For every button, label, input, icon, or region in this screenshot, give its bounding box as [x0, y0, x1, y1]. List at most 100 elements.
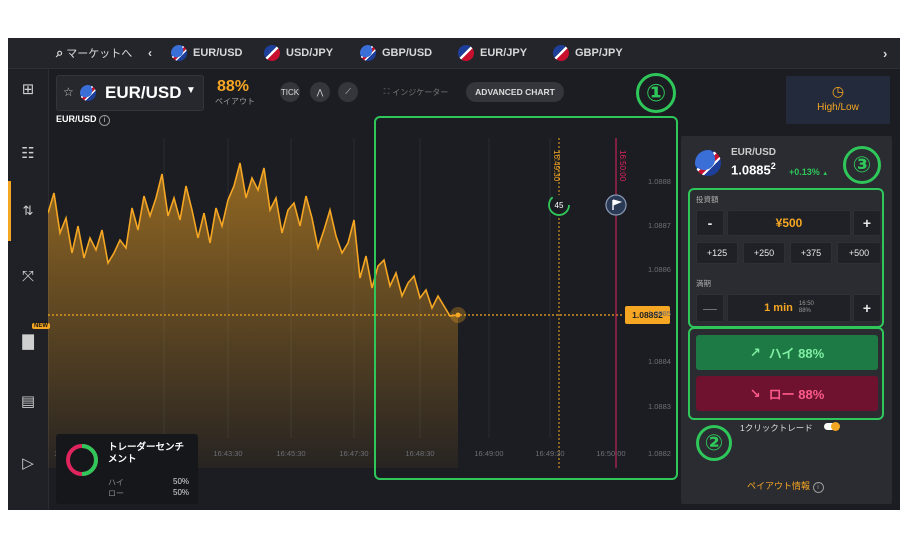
market-search-label: マーケットへ	[66, 48, 133, 60]
price-axis: 1.0888 1.0887 1.0886 1.0885 1.0884 1.0883 1.08…	[648, 177, 671, 458]
tab-eur-jpy[interactable]: EUR/JPY	[458, 38, 527, 68]
trade-icon[interactable]: ⇅	[16, 199, 40, 223]
clock-icon: ◷	[831, 83, 845, 99]
video-icon[interactable]: ▷	[16, 451, 40, 475]
investment-label: 投資額	[696, 195, 719, 204]
time-tick-label: 16:48:30	[405, 449, 434, 458]
swap-icon[interactable]: ⤧	[16, 264, 40, 288]
market-search-button[interactable]: ⌕ マーケットへ	[56, 38, 132, 68]
favorite-star-icon[interactable]: ☆	[63, 85, 74, 99]
price-change-text: +0.13%	[789, 167, 820, 177]
subtitle-text: EUR/USD	[56, 114, 97, 124]
trading-app: ⌕ マーケットへ ‹ EUR/USD USD/JPY GBP/USD EUR/J…	[8, 38, 900, 510]
expiry-detail: 16:50 88%	[799, 301, 814, 315]
expiry-selector[interactable]: 1 min 16:50 88%	[727, 294, 851, 322]
tab-usd-jpy[interactable]: USD/JPY	[264, 38, 333, 68]
amount-minus-button[interactable]: -	[696, 210, 724, 236]
sentiment-low-label: ロー	[108, 489, 124, 498]
time-tick-label: 16:45:30	[276, 449, 305, 458]
quick-amount-250[interactable]: +250	[743, 242, 785, 264]
time-tick-label: 16:49:30	[535, 449, 564, 458]
quick-amount-125[interactable]: +125	[696, 242, 738, 264]
expiry-pct: 88%	[798, 308, 811, 314]
sentiment-ring-icon	[66, 444, 98, 476]
arrow-up-right-icon: ↗	[749, 344, 761, 360]
annotation-number-2: ②	[696, 425, 732, 461]
list-icon[interactable]: ☷	[16, 141, 40, 165]
active-indicator	[8, 181, 11, 241]
tab-label: EUR/JPY	[480, 47, 528, 59]
sentiment-high-label: ハイ	[108, 478, 124, 487]
price-tick-label: 1.0883	[648, 402, 671, 411]
usd-jpy-flag-icon	[264, 45, 280, 61]
price-chart[interactable]: 16:49:30 16:50:00 45 1.08852 1.08881.088…	[48, 138, 674, 468]
payout-info-text: ペイアウト情報	[747, 481, 811, 491]
price-tick-label: 1.0886	[648, 265, 671, 274]
quick-amount-500[interactable]: +500	[837, 242, 881, 264]
left-sidebar: ⊞ ☷ ⇅ ⤧ ▇ NEW ▤ ▷	[8, 69, 50, 510]
tick-button[interactable]: TICK	[280, 82, 300, 102]
price-tick-label: 1.0884	[648, 357, 671, 366]
time-tick-label: 16:43:30	[213, 449, 242, 458]
payout-value: 88%	[217, 78, 250, 95]
price-tick-label: 1.0887	[648, 221, 671, 230]
expiry-value: 1 min	[764, 302, 793, 314]
tab-label: EUR/USD	[193, 47, 243, 59]
eur-usd-flag-icon	[695, 150, 721, 176]
annotation-number-3: ③	[843, 146, 881, 184]
tabs-next-arrow[interactable]: ›	[883, 38, 887, 68]
time-tick-label: 16:50:00	[596, 449, 625, 458]
news-icon[interactable]: ▤	[16, 389, 40, 413]
entry-time-label: 16:49:30	[552, 150, 561, 182]
tabs-prev-arrow[interactable]: ‹	[148, 38, 152, 68]
tab-gbp-usd[interactable]: GBP/USD	[360, 38, 432, 68]
eur-jpy-flag-icon	[458, 45, 474, 61]
time-tick-label: 16:47:30	[339, 449, 368, 458]
annotation-number-1: ①	[636, 73, 676, 113]
chevron-down-icon: ▼	[186, 85, 196, 96]
eur-usd-flag-icon	[80, 85, 96, 101]
expiry-time-label: 16:50:00	[618, 150, 627, 182]
expiry-label: 満期	[696, 279, 711, 288]
gbp-usd-flag-icon	[360, 45, 376, 61]
asset-tab-bar: ⌕ マーケットへ ‹ EUR/USD USD/JPY GBP/USD EUR/J…	[8, 38, 900, 69]
tab-eur-usd[interactable]: EUR/USD	[171, 38, 243, 68]
indicator-button[interactable]: ⛶ インジケーター	[370, 82, 462, 102]
amount-input[interactable]: ¥500	[727, 210, 851, 236]
trader-sentiment-card: トレーダーセンチメント ハイ 50% ロー 50%	[56, 434, 198, 504]
payout-info-link[interactable]: ペイアウト情報 i	[747, 479, 824, 493]
asset-selector[interactable]: ☆ EUR/USD ▼	[56, 75, 204, 111]
indicator-icon: ⛶	[383, 87, 390, 96]
info-icon[interactable]: i	[99, 115, 111, 126]
panel-price: 1.08852	[731, 161, 776, 177]
draw-tool-icon[interactable]: ⟋	[338, 82, 358, 102]
eur-usd-flag-icon	[171, 45, 187, 61]
sentiment-title: トレーダーセンチメント	[108, 442, 185, 465]
quick-amount-375[interactable]: +375	[790, 242, 832, 264]
up-arrow-icon: ▲	[822, 171, 829, 177]
expiry-flag-icon	[605, 194, 627, 216]
chart-subtitle: EUR/USD i	[56, 114, 111, 126]
time-tick-label: 16:49:00	[474, 449, 503, 458]
price-tick-label: 1.0888	[648, 177, 671, 186]
expiry-minus-button[interactable]: —	[696, 294, 724, 322]
high-button[interactable]: ↗ ハイ 88%	[696, 335, 878, 370]
high-button-label: ハイ 88%	[768, 346, 825, 361]
amount-plus-button[interactable]: +	[853, 210, 881, 236]
chart-type-icon[interactable]: ⋀	[310, 82, 330, 102]
advanced-chart-button[interactable]: ADVANCED CHART	[466, 82, 564, 102]
price-change: +0.13% ▲	[789, 167, 828, 177]
highlow-mode-button[interactable]: ◷ High/Low	[786, 76, 890, 124]
grid-icon[interactable]: ⊞	[16, 77, 40, 101]
low-button[interactable]: ↘ ロー 88%	[696, 376, 878, 411]
one-click-toggle[interactable]	[824, 422, 840, 431]
price-main: 1.0885	[731, 162, 771, 178]
ranking-icon[interactable]: ▇ NEW	[16, 323, 50, 353]
expiry-plus-button[interactable]: +	[853, 294, 881, 322]
countdown-text: 45	[555, 201, 564, 210]
tab-gbp-jpy[interactable]: GBP/JPY	[553, 38, 623, 68]
tab-label: USD/JPY	[286, 47, 334, 59]
gbp-jpy-flag-icon	[553, 45, 569, 61]
asset-name: EUR/USD	[105, 83, 182, 102]
search-icon: ⌕	[56, 45, 64, 60]
